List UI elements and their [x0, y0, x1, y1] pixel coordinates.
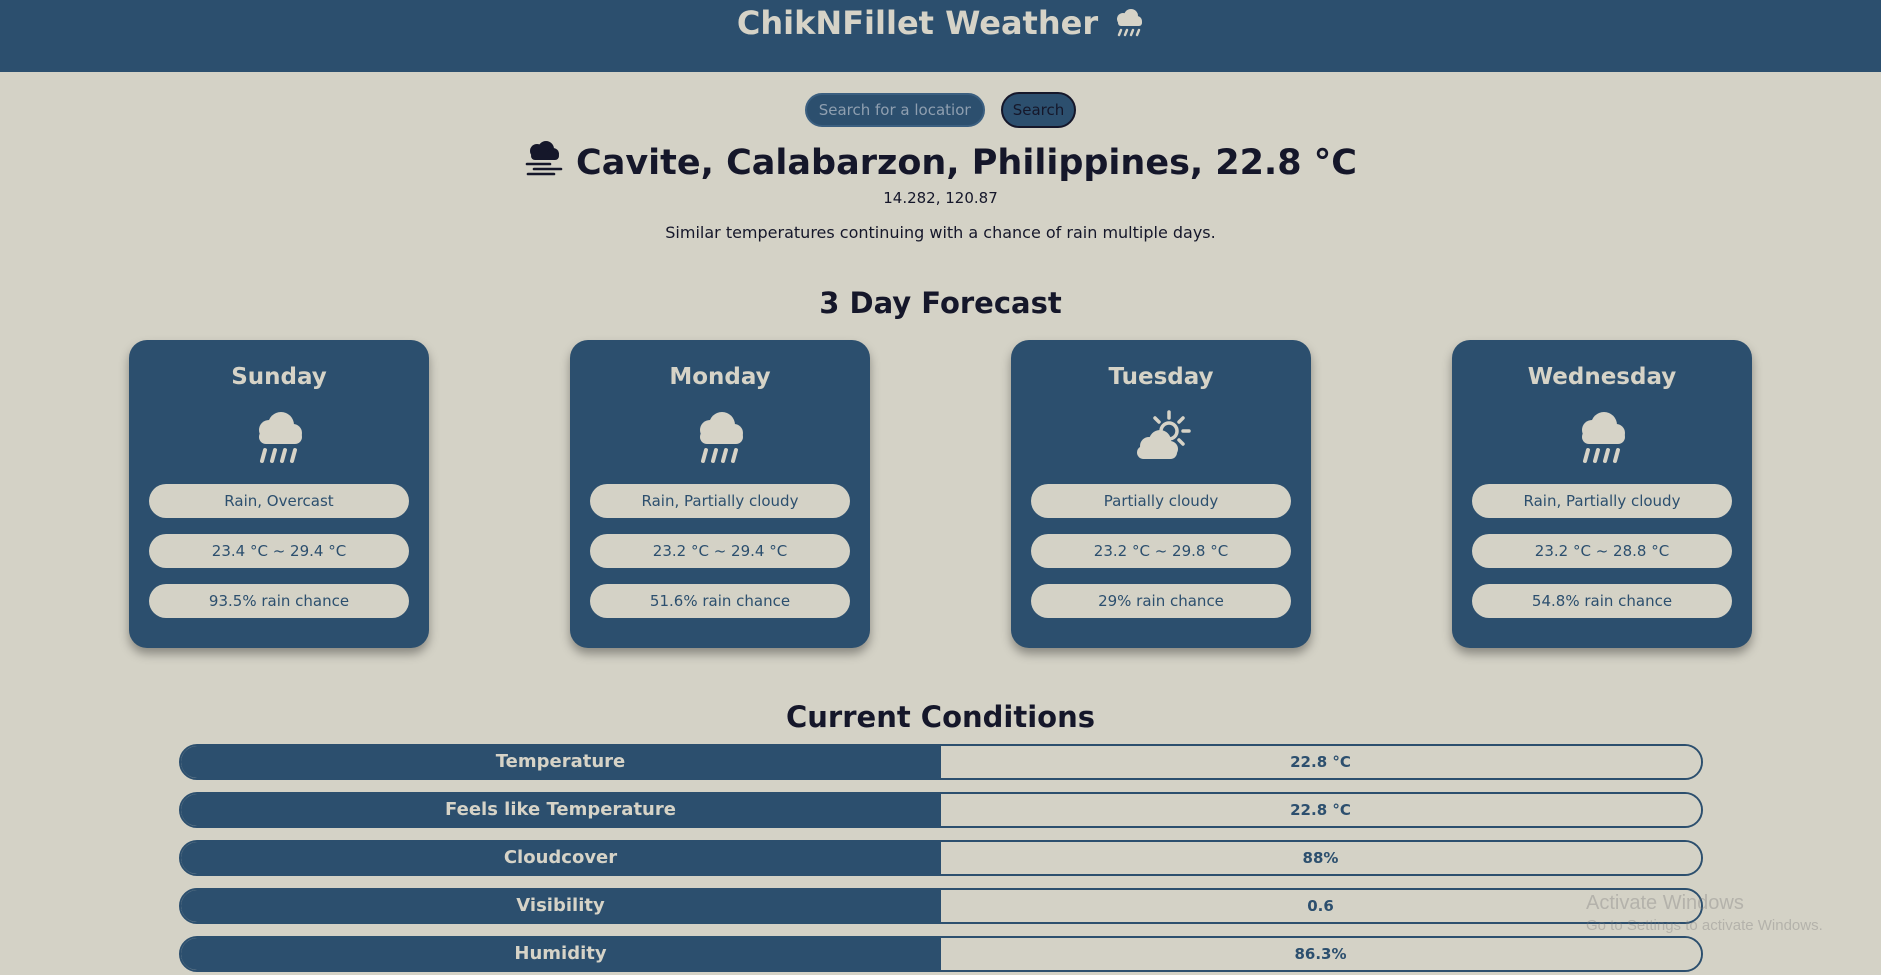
day-name: Tuesday: [1108, 364, 1214, 390]
condition-row-cloudcover: Cloudcover 88%: [178, 840, 1703, 876]
condition-label: Visibility: [180, 890, 941, 922]
search-input[interactable]: [804, 93, 985, 127]
app-header: ChikNFillet Weather: [0, 0, 1881, 72]
watermark-title: Activate Windows: [1586, 892, 1744, 914]
day-conditions: Rain, Partially cloudy: [590, 484, 850, 518]
day-temperature-range: 23.2 °C ~ 29.4 °C: [590, 534, 850, 568]
day-conditions: Rain, Partially cloudy: [1472, 484, 1732, 518]
app-title-wrap: ChikNFillet Weather: [737, 0, 1144, 42]
condition-value: 86.3%: [940, 938, 1701, 970]
location-name: Cavite, Calabarzon, Philippines,: [576, 142, 1204, 183]
forecast-cards: Sunday Rain, Overcast 23.4 °C ~ 29.4 °C: [0, 340, 1881, 650]
windows-activation-watermark: Activate Windows Go to Settings to activ…: [1586, 892, 1823, 934]
day-rain-chance: 93.5% rain chance: [149, 584, 409, 618]
app-title: ChikNFillet Weather: [736, 4, 1099, 42]
condition-value: 22.8 °C: [940, 746, 1701, 778]
day-rain-chance: 51.6% rain chance: [590, 584, 850, 618]
day-conditions: Rain, Overcast: [149, 484, 409, 518]
day-name: Monday: [669, 364, 771, 390]
day-rain-chance: 29% rain chance: [1031, 584, 1291, 618]
day-name: Wednesday: [1527, 364, 1677, 390]
condition-row-visibility: Visibility 0.6: [178, 888, 1703, 924]
condition-row-feels-like: Feels like Temperature 22.8 °C: [178, 792, 1703, 828]
fog-icon: [524, 140, 564, 185]
search-bar: Search: [0, 92, 1881, 128]
current-conditions-table: Temperature 22.8 °C Feels like Temperatu…: [178, 744, 1703, 972]
rain-cloud-icon: [249, 410, 309, 466]
location-coordinates: 14.282, 120.87: [883, 189, 998, 207]
rain-cloud-icon: [690, 410, 750, 466]
location-temperature: 22.8 °C: [1215, 142, 1357, 183]
day-card-sunday: Sunday Rain, Overcast 23.4 °C ~ 29.4 °C: [129, 340, 429, 648]
day-card-tuesday: Tuesday Partially cloudy 23.2 °C ~ 29.8 …: [1011, 340, 1311, 648]
condition-value: 22.8 °C: [940, 794, 1701, 826]
partly-cloudy-icon: [1131, 410, 1191, 466]
condition-label: Feels like Temperature: [180, 794, 941, 826]
condition-label: Cloudcover: [180, 842, 941, 874]
day-conditions: Partially cloudy: [1031, 484, 1291, 518]
day-name: Sunday: [231, 364, 327, 390]
condition-row-temperature: Temperature 22.8 °C: [178, 744, 1703, 780]
day-card-monday: Monday Rain, Partially cloudy 23.2 °C ~ …: [570, 340, 870, 648]
watermark-subtitle: Go to Settings to activate Windows.: [1586, 917, 1823, 934]
rain-cloud-icon: [1112, 8, 1144, 38]
forecast-title: 3 Day Forecast: [819, 286, 1062, 320]
condition-label: Temperature: [180, 746, 941, 778]
location-heading: Cavite, Calabarzon, Philippines, 22.8 °C: [524, 140, 1357, 185]
location-summary: Cavite, Calabarzon, Philippines, 22.8 °C…: [0, 140, 1881, 242]
forecast-description: Similar temperatures continuing with a c…: [665, 223, 1216, 242]
day-rain-chance: 54.8% rain chance: [1472, 584, 1732, 618]
condition-label: Humidity: [180, 938, 941, 970]
day-card-wednesday: Wednesday Rain, Partially cloudy 23.2 °C…: [1452, 340, 1752, 648]
condition-value: 88%: [940, 842, 1701, 874]
day-temperature-range: 23.4 °C ~ 29.4 °C: [149, 534, 409, 568]
rain-cloud-icon: [1572, 410, 1632, 466]
day-temperature-range: 23.2 °C ~ 29.8 °C: [1031, 534, 1291, 568]
search-button[interactable]: Search: [1000, 92, 1077, 128]
current-conditions-title: Current Conditions: [786, 700, 1095, 734]
condition-row-humidity: Humidity 86.3%: [178, 936, 1703, 972]
day-temperature-range: 23.2 °C ~ 28.8 °C: [1472, 534, 1732, 568]
